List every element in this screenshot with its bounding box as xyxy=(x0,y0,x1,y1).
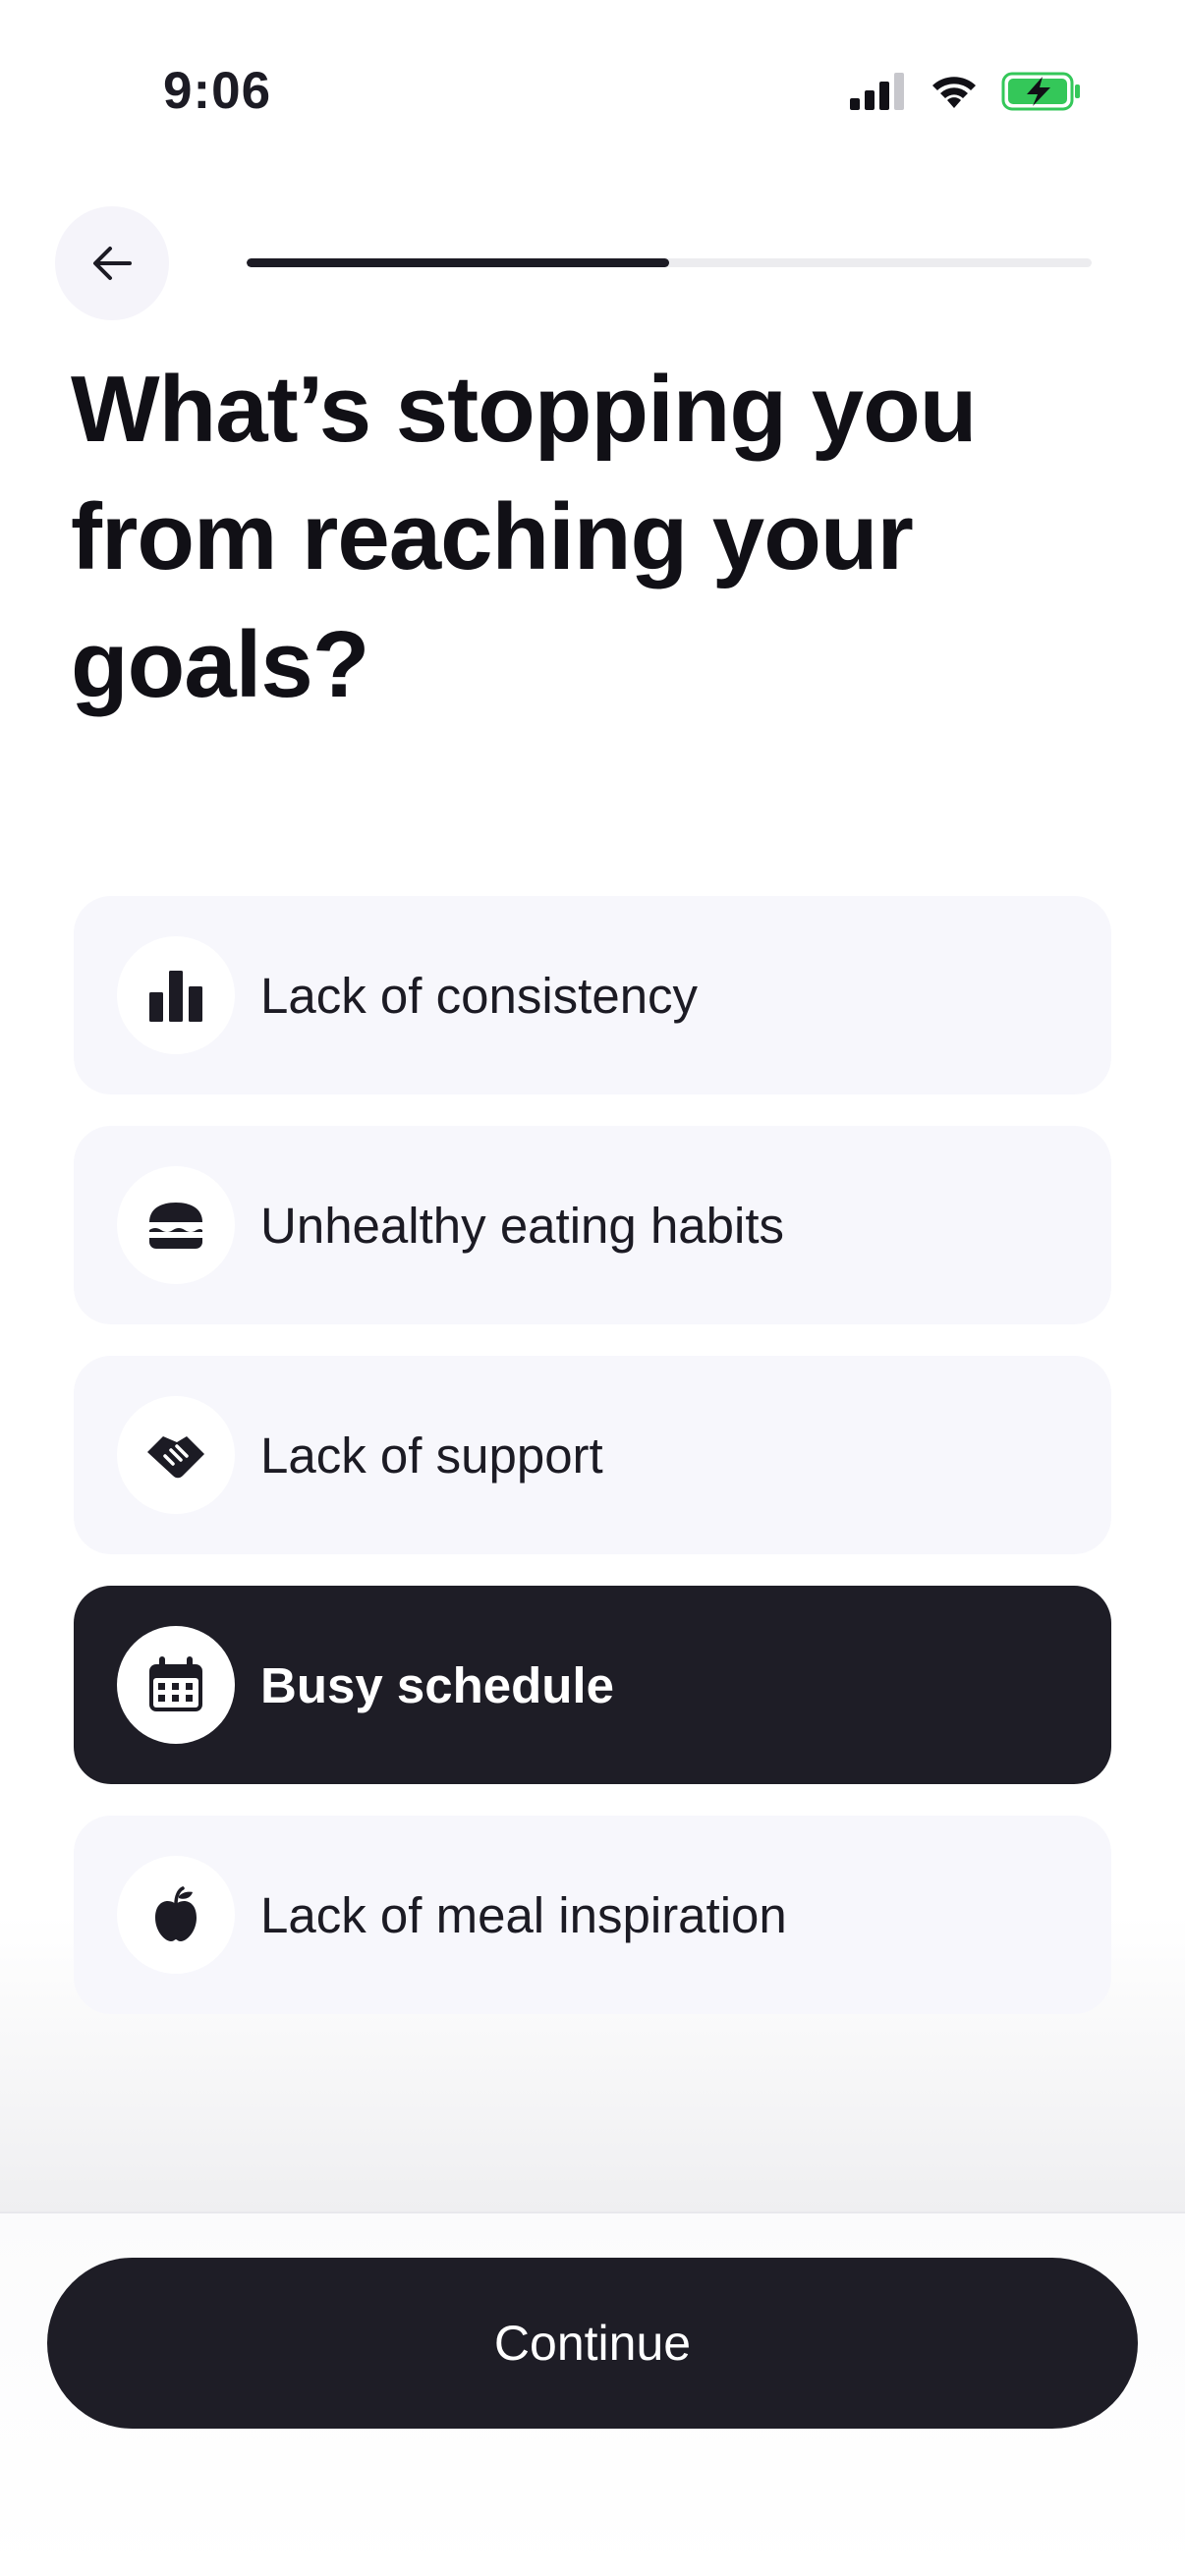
option-label: Lack of consistency xyxy=(260,967,699,1024)
calendar-icon xyxy=(149,1656,202,1711)
option-icon-circle xyxy=(117,1626,235,1744)
options-list: Lack of consistency Unhealthy eating hab… xyxy=(74,896,1111,2045)
option-busy-schedule[interactable]: Busy schedule xyxy=(74,1586,1111,1784)
handshake-icon xyxy=(147,1436,204,1479)
apple-icon xyxy=(155,1886,197,1941)
page-title: What’s stopping you from reaching your g… xyxy=(71,357,977,717)
back-button[interactable] xyxy=(55,206,169,320)
option-lack-of-meal-inspiration[interactable]: Lack of meal inspiration xyxy=(74,1816,1111,2014)
progress-bar xyxy=(247,258,1092,267)
progress-fill xyxy=(247,258,669,267)
cellular-signal-icon xyxy=(850,73,904,110)
status-icons xyxy=(850,71,1082,112)
arrow-left-icon xyxy=(93,247,132,280)
battery-charging-icon xyxy=(1001,72,1080,111)
burger-icon xyxy=(149,1203,202,1249)
wifi-icon xyxy=(932,77,976,108)
footer-divider xyxy=(0,2212,1185,2213)
option-icon-circle xyxy=(117,936,235,1054)
option-lack-of-support[interactable]: Lack of support xyxy=(74,1356,1111,1554)
status-bar: 9:06 xyxy=(0,0,1185,187)
option-unhealthy-eating-habits[interactable]: Unhealthy eating habits xyxy=(74,1126,1111,1324)
bar-chart-icon xyxy=(149,971,202,1022)
option-label: Unhealthy eating habits xyxy=(260,1197,785,1254)
option-icon-circle xyxy=(117,1166,235,1284)
option-label: Lack of support xyxy=(260,1427,603,1484)
option-icon-circle xyxy=(117,1396,235,1514)
continue-button[interactable]: Continue xyxy=(47,2258,1138,2429)
option-icon-circle xyxy=(117,1856,235,1974)
screen: 9:06 What’s stopping you from reaching y… xyxy=(0,0,1185,2576)
option-label: Busy schedule xyxy=(260,1656,614,1713)
option-lack-of-consistency[interactable]: Lack of consistency xyxy=(74,896,1111,1094)
option-label: Lack of meal inspiration xyxy=(260,1886,787,1943)
status-time: 9:06 xyxy=(163,62,272,120)
